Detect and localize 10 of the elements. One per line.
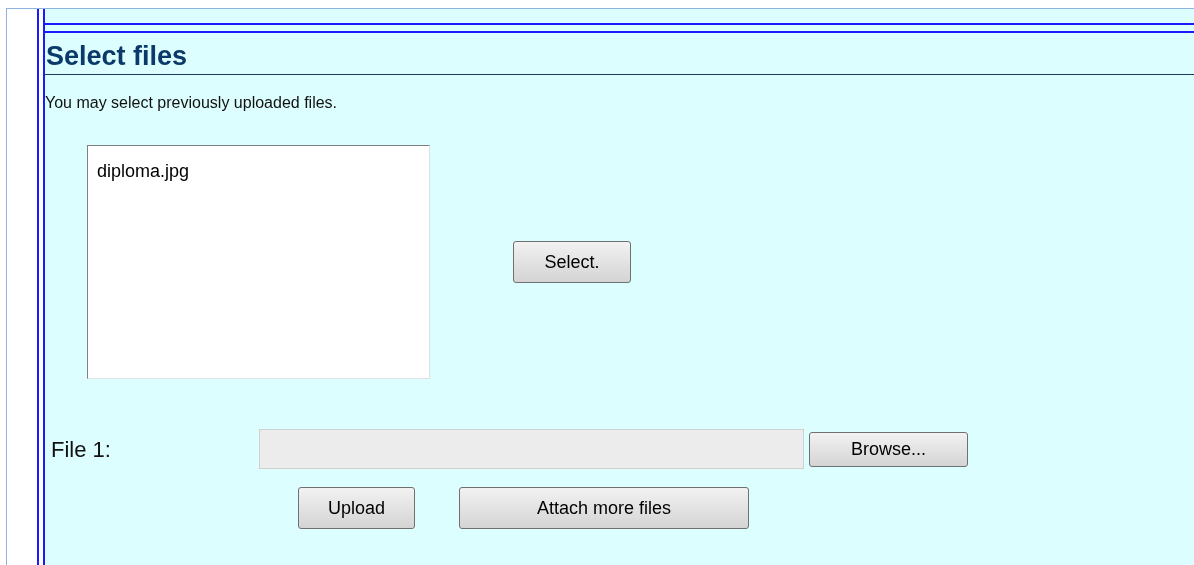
file-path-field[interactable]: [259, 429, 804, 469]
select-button[interactable]: Select.: [513, 241, 631, 283]
upload-button[interactable]: Upload: [298, 487, 415, 529]
attach-files-button[interactable]: Attach more files: [459, 487, 749, 529]
section-title: Select files: [45, 40, 189, 73]
file-list-item[interactable]: diploma.jpg: [96, 160, 191, 182]
browse-button[interactable]: Browse...: [809, 431, 968, 467]
file-listbox[interactable]: diploma.jpg: [87, 145, 430, 379]
section-description: You may select previously uploaded files.: [45, 93, 338, 113]
file-label: File 1:: [51, 435, 112, 464]
